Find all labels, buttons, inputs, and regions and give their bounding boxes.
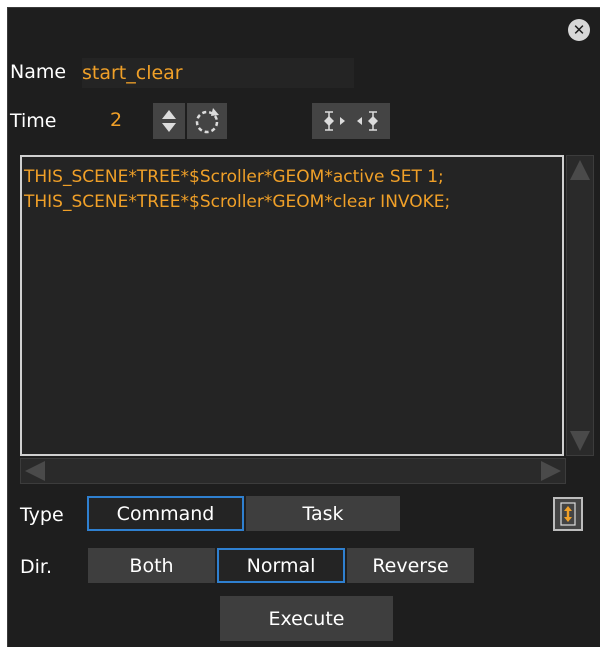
dir-normal-button[interactable]: Normal — [217, 548, 345, 583]
scroll-right-icon[interactable] — [541, 461, 561, 481]
scroll-up-icon[interactable] — [570, 160, 590, 180]
name-label: Name — [10, 61, 67, 83]
swap-order-icon[interactable] — [553, 497, 583, 531]
type-task-button[interactable]: Task — [246, 496, 400, 531]
scroll-left-icon[interactable] — [25, 461, 45, 481]
keyframe-nav-icon[interactable] — [312, 103, 390, 139]
type-command-button[interactable]: Command — [87, 496, 244, 531]
name-field[interactable]: start_clear — [82, 58, 354, 88]
dir-both-button[interactable]: Both — [88, 548, 215, 583]
scroll-down-icon[interactable] — [570, 431, 590, 451]
time-value[interactable]: 2 — [110, 109, 122, 131]
type-label: Type — [20, 504, 64, 526]
script-line: THIS_SCENE*TREE*$Scroller*GEOM*active SE… — [24, 167, 444, 187]
vertical-scrollbar[interactable] — [566, 155, 594, 456]
dir-label: Dir. — [20, 556, 53, 578]
execute-button[interactable]: Execute — [220, 596, 393, 641]
time-label: Time — [10, 110, 57, 132]
reset-circle-icon[interactable] — [187, 103, 227, 139]
horizontal-scrollbar[interactable] — [20, 458, 566, 484]
dir-reverse-button[interactable]: Reverse — [347, 548, 474, 583]
script-editor[interactable]: THIS_SCENE*TREE*$Scroller*GEOM*active SE… — [20, 155, 564, 456]
close-icon[interactable]: ✕ — [568, 19, 590, 41]
up-down-stepper-icon[interactable] — [153, 103, 185, 139]
script-line: THIS_SCENE*TREE*$Scroller*GEOM*clear INV… — [24, 192, 451, 212]
